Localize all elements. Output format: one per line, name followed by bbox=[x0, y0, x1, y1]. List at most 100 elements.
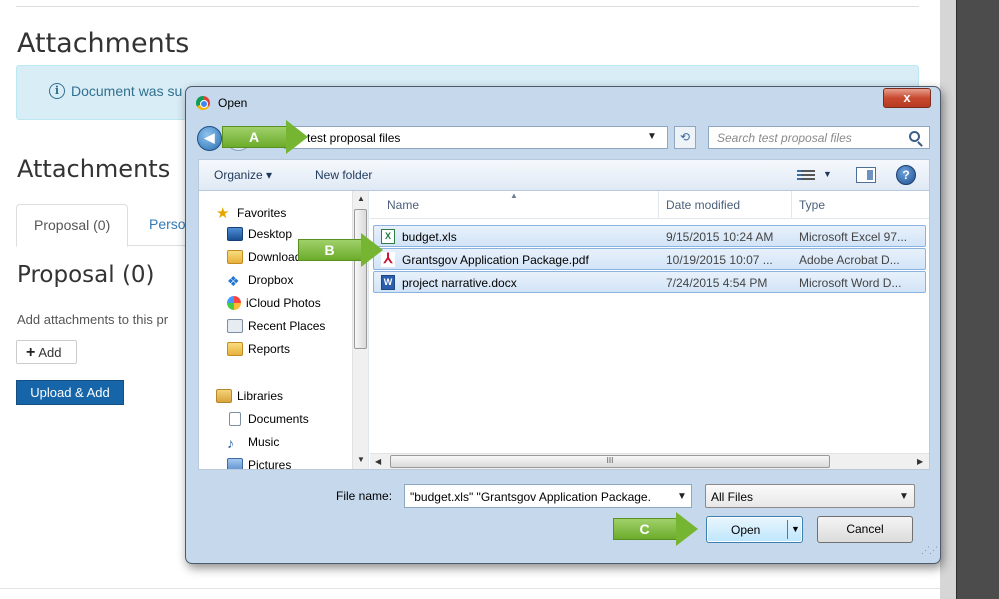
column-divider[interactable] bbox=[658, 191, 659, 219]
desktop-icon bbox=[227, 227, 243, 241]
resize-grip-icon[interactable]: ⋰⋰ bbox=[921, 545, 938, 556]
file-name-value: "budget.xls" "Grantsgov Application Pack… bbox=[410, 490, 651, 504]
column-name[interactable]: Name bbox=[387, 198, 419, 212]
star-icon: ★ bbox=[216, 205, 230, 222]
nav-item-pictures[interactable]: Pictures bbox=[227, 458, 291, 469]
scroll-left-icon[interactable]: ◀ bbox=[375, 457, 381, 466]
alert-message: Document was su bbox=[71, 83, 183, 99]
address-bar[interactable]: ▶ test proposal files ▼ bbox=[284, 126, 668, 149]
folder-icon bbox=[227, 342, 243, 356]
callout-arrow-a: A bbox=[222, 120, 308, 154]
library-icon bbox=[216, 389, 232, 403]
dialog-body: ★ Favorites Desktop Downloads ❖ Dropbox iC… bbox=[198, 190, 930, 470]
file-row-project-narrative[interactable]: W project narrative.docx 7/24/2015 4:54 … bbox=[373, 271, 926, 293]
search-placeholder: Search test proposal files bbox=[717, 131, 852, 145]
chevron-down-icon[interactable]: ▼ bbox=[791, 524, 800, 534]
file-name: Grantsgov Application Package.pdf bbox=[402, 253, 589, 267]
scroll-thumb[interactable] bbox=[354, 209, 367, 349]
add-button[interactable]: + Add bbox=[16, 340, 77, 364]
address-path: test proposal files bbox=[307, 131, 401, 145]
section-title: Attachments bbox=[17, 155, 171, 183]
arrow-right-icon bbox=[361, 233, 383, 267]
upload-and-add-button[interactable]: Upload & Add bbox=[16, 380, 124, 405]
nav-item-icloud-photos[interactable]: iCloud Photos bbox=[227, 296, 321, 316]
word-file-icon: W bbox=[381, 275, 395, 290]
open-button[interactable]: Open ▼ bbox=[706, 516, 803, 543]
file-list: ▲ Name Date modified Type X budget.xls 9… bbox=[370, 191, 929, 469]
nav-item-documents[interactable]: Documents bbox=[227, 412, 309, 432]
callout-label: C bbox=[639, 521, 650, 537]
preview-pane-icon[interactable] bbox=[856, 167, 876, 183]
cancel-button[interactable]: Cancel bbox=[817, 516, 913, 543]
chevron-down-icon: ▼ bbox=[899, 491, 909, 502]
icloud-icon bbox=[227, 296, 241, 310]
nav-item-favorites[interactable]: ★ Favorites bbox=[216, 204, 286, 224]
divider bbox=[0, 588, 940, 589]
file-name-field[interactable]: "budget.xls" "Grantsgov Application Pack… bbox=[404, 484, 692, 508]
document-icon bbox=[229, 412, 241, 426]
open-file-dialog: Open x ◀ ▶ test proposal files ▼ ⟲ Searc… bbox=[185, 86, 941, 564]
arrow-right-icon bbox=[676, 512, 698, 546]
info-icon: i bbox=[49, 83, 65, 99]
search-input[interactable]: Search test proposal files bbox=[708, 126, 930, 149]
organize-button[interactable]: Organize ▾ bbox=[214, 168, 272, 182]
callout-label: B bbox=[324, 242, 335, 258]
nav-item-downloads[interactable]: Downloads bbox=[227, 250, 307, 270]
horizontal-scrollbar[interactable]: ◀ III ▶ bbox=[370, 453, 929, 469]
arrow-right-icon bbox=[286, 120, 308, 154]
column-divider[interactable] bbox=[791, 191, 792, 219]
file-date: 10/19/2015 10:07 ... bbox=[666, 253, 773, 267]
recent-places-icon bbox=[227, 319, 243, 333]
dropbox-icon: ❖ bbox=[227, 273, 240, 289]
add-button-label: Add bbox=[38, 345, 62, 360]
search-icon[interactable] bbox=[909, 131, 920, 142]
column-type[interactable]: Type bbox=[799, 198, 825, 212]
scroll-up-icon[interactable]: ▲ bbox=[357, 194, 365, 203]
open-button-label: Open bbox=[731, 523, 761, 537]
nav-item-dropbox[interactable]: ❖ Dropbox bbox=[227, 273, 293, 293]
music-icon: ♪ bbox=[227, 435, 234, 451]
divider bbox=[16, 6, 919, 7]
pictures-icon bbox=[227, 458, 243, 469]
file-type-select[interactable]: All Files ▼ bbox=[705, 484, 915, 508]
nav-item-music[interactable]: ♪ Music bbox=[227, 435, 279, 455]
nav-item-reports[interactable]: Reports bbox=[227, 342, 290, 362]
file-name: budget.xls bbox=[402, 230, 457, 244]
close-button[interactable]: x bbox=[883, 88, 931, 108]
file-row-grantsgov[interactable]: ⅄ Grantsgov Application Package.pdf 10/1… bbox=[373, 248, 926, 270]
callout-arrow-b: B bbox=[298, 233, 383, 267]
page-title: Attachments bbox=[17, 28, 190, 59]
file-type-value: All Files bbox=[711, 490, 754, 504]
back-arrow-icon[interactable]: ◀ bbox=[197, 126, 222, 151]
file-date: 9/15/2015 10:24 AM bbox=[666, 230, 774, 244]
chevron-down-icon[interactable]: ▼ bbox=[677, 491, 687, 502]
file-row-budget[interactable]: X budget.xls 9/15/2015 10:24 AM Microsof… bbox=[373, 225, 926, 247]
nav-item-recent-places[interactable]: Recent Places bbox=[227, 319, 325, 339]
window-edge bbox=[956, 0, 999, 599]
dialog-title: Open bbox=[218, 96, 248, 110]
file-type: Microsoft Excel 97... bbox=[799, 230, 908, 244]
help-icon[interactable]: ? bbox=[896, 165, 916, 185]
new-folder-button[interactable]: New folder bbox=[315, 168, 372, 182]
refresh-icon[interactable]: ⟲ bbox=[674, 126, 696, 149]
file-name: project narrative.docx bbox=[402, 276, 517, 290]
column-headers: ▲ Name Date modified Type bbox=[370, 191, 929, 219]
folder-icon bbox=[227, 250, 243, 264]
chevron-down-icon[interactable]: ▼ bbox=[823, 169, 832, 179]
chevron-down-icon[interactable]: ▼ bbox=[647, 131, 657, 142]
column-date-modified[interactable]: Date modified bbox=[666, 198, 740, 212]
navigation-pane: ★ Favorites Desktop Downloads ❖ Dropbox iC… bbox=[199, 191, 369, 469]
nav-item-desktop[interactable]: Desktop bbox=[227, 227, 292, 247]
scroll-thumb[interactable]: III bbox=[390, 455, 830, 468]
excel-file-icon: X bbox=[381, 229, 395, 244]
tab-proposal[interactable]: Proposal (0) bbox=[16, 204, 129, 247]
chrome-icon bbox=[196, 96, 210, 110]
scroll-right-icon[interactable]: ▶ bbox=[917, 457, 923, 466]
sort-ascending-icon: ▲ bbox=[510, 191, 518, 200]
nav-item-libraries[interactable]: Libraries bbox=[216, 389, 283, 409]
split-divider bbox=[787, 520, 788, 539]
page-scrollbar[interactable] bbox=[940, 0, 956, 599]
file-date: 7/24/2015 4:54 PM bbox=[666, 276, 768, 290]
change-view-icon[interactable] bbox=[797, 168, 815, 182]
scroll-down-icon[interactable]: ▼ bbox=[357, 455, 365, 464]
